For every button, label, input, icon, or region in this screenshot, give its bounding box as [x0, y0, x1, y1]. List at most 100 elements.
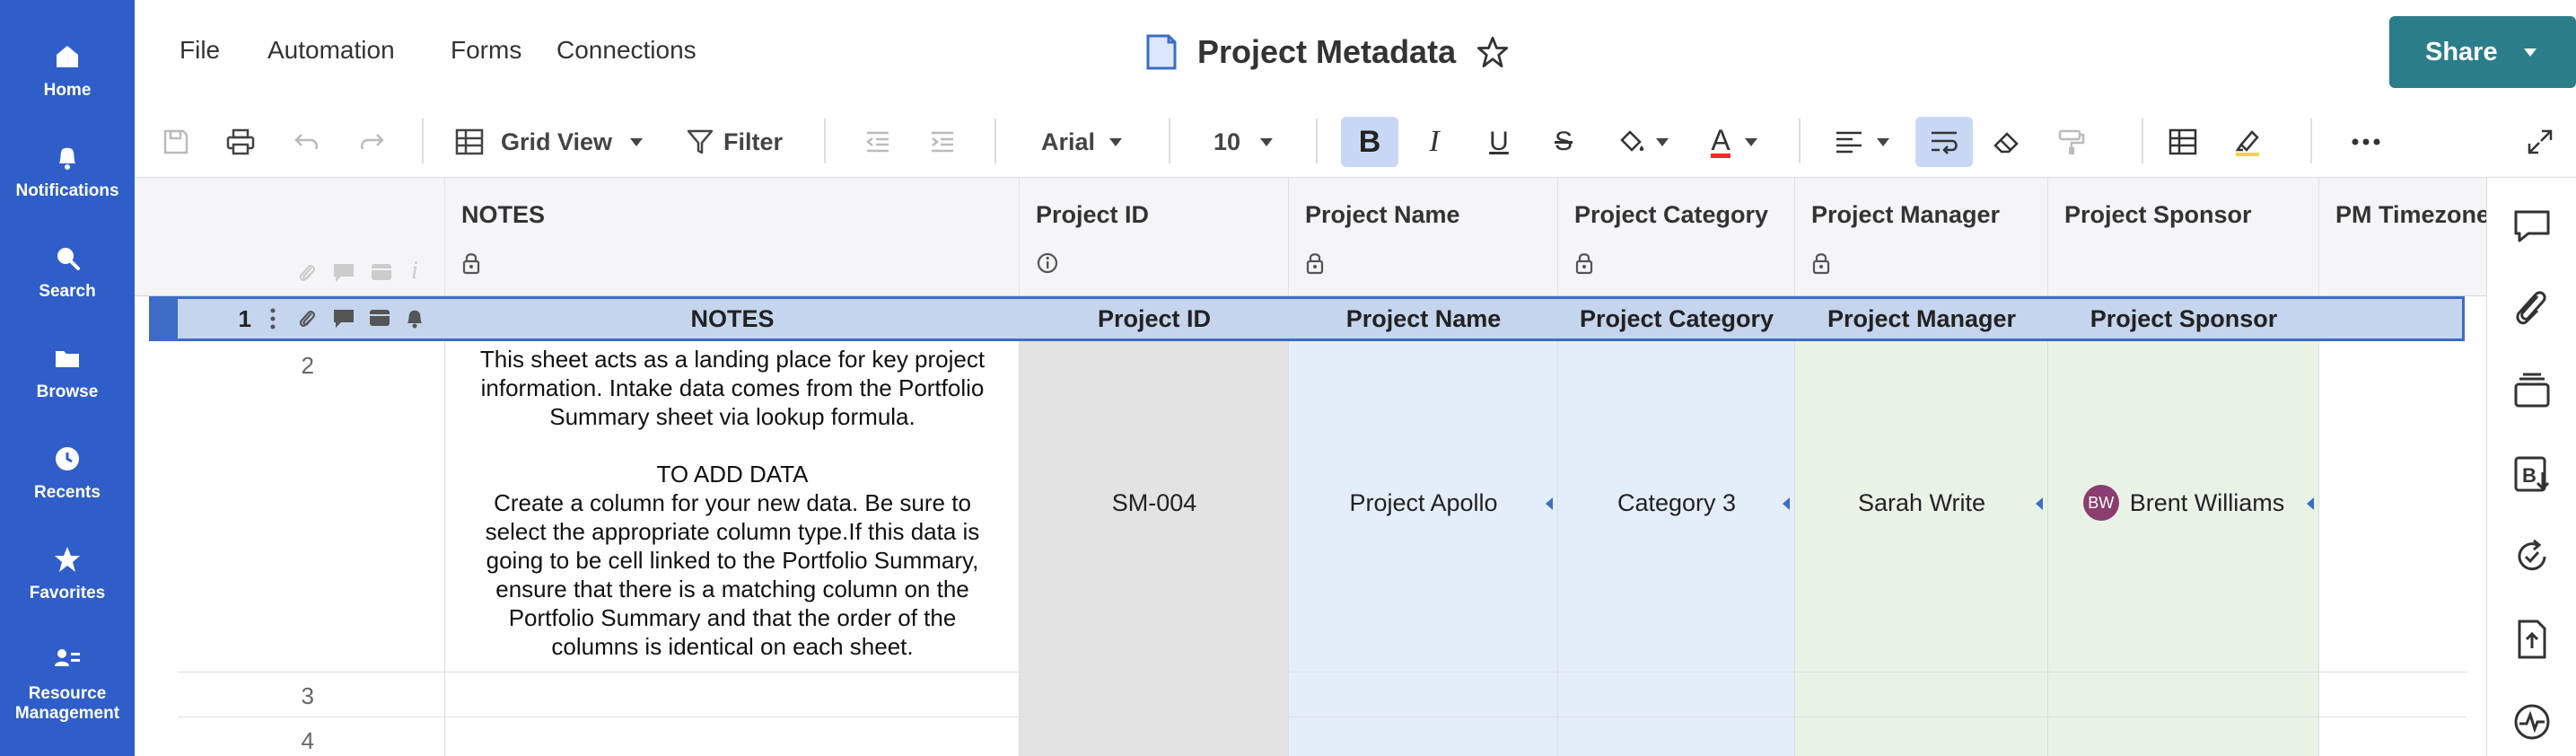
grid-view-label: Grid View [501, 127, 613, 155]
filter-icon [687, 129, 714, 154]
nav-resource-management[interactable]: Resource Management [0, 645, 135, 724]
font-family-dropdown[interactable]: Arial [1041, 117, 1140, 167]
attachment-icon [299, 265, 315, 281]
cell-r2-notes[interactable]: This sheet acts as a landing place for k… [445, 343, 1020, 663]
cell-r1-project-name[interactable]: Project Name [1289, 296, 1558, 341]
nav-recents[interactable]: Recents [0, 444, 135, 503]
outdent-button[interactable] [858, 117, 898, 167]
toolbar-divider [2310, 119, 2312, 163]
sheet-title-area: Project Metadata [1145, 30, 1510, 75]
strikethrough-button[interactable]: S [1542, 117, 1585, 167]
italic-button[interactable]: I [1413, 117, 1456, 167]
info-icon [1037, 252, 1058, 274]
attachment-icon[interactable] [296, 306, 318, 330]
more-options-button[interactable] [2344, 117, 2388, 167]
text-color-caret-icon [1744, 137, 1757, 146]
nav-favorites[interactable]: Favorites [0, 544, 135, 603]
nav-home[interactable]: Home [0, 41, 135, 101]
sponsor-name: Brent Williams [2129, 488, 2285, 516]
redo-button[interactable] [352, 117, 391, 167]
fill-color-button[interactable] [1607, 117, 1678, 167]
workflow-icon[interactable] [2510, 535, 2554, 578]
column-header-notes[interactable]: NOTES [445, 178, 1020, 296]
cell-r1-project-manager[interactable]: Project Manager [1795, 296, 2048, 341]
activity-log-icon[interactable]: B [2510, 453, 2554, 496]
column-header-label: Project Name [1305, 201, 1460, 228]
cell-r1-notes[interactable]: NOTES [445, 296, 1020, 341]
cell-r2-project-name[interactable]: Project Apollo [1289, 343, 1558, 663]
fill-color-caret-icon [1656, 137, 1669, 146]
nav-browse[interactable]: Browse [0, 343, 135, 402]
paint-roller-icon [2058, 129, 2085, 154]
menu-file[interactable]: File [180, 36, 220, 65]
column-header-project-manager[interactable]: Project Manager [1795, 178, 2048, 296]
row-1-handle[interactable] [149, 296, 178, 341]
star-outline-icon[interactable] [1476, 35, 1510, 69]
align-dropdown[interactable] [1826, 117, 1897, 167]
menu-automation[interactable]: Automation [267, 36, 395, 65]
column-header-project-name[interactable]: Project Name [1289, 178, 1558, 296]
expand-button[interactable] [2519, 117, 2562, 167]
column-header-project-id[interactable]: Project ID [1020, 178, 1289, 296]
bold-button[interactable]: B [1341, 117, 1398, 167]
pm-timezone-column[interactable] [2319, 296, 2486, 756]
filter-button[interactable]: Filter [686, 117, 793, 167]
conversations-icon[interactable] [2510, 205, 2554, 248]
lock-icon [1812, 253, 1830, 275]
cell-r2-project-category[interactable]: Category 3 [1558, 343, 1795, 663]
font-size-dropdown[interactable]: 10 [1214, 117, 1294, 167]
grid-icon [455, 128, 484, 155]
share-button[interactable]: Share [2389, 16, 2576, 88]
row-menu-icon[interactable] [269, 306, 276, 331]
cell-r2-project-manager[interactable]: Sarah Write [1795, 343, 2048, 663]
clear-format-button[interactable] [1985, 117, 2028, 167]
indent-icon [932, 131, 953, 153]
column-header-project-category[interactable]: Project Category [1558, 178, 1795, 296]
align-left-icon [1836, 131, 1862, 154]
nav-notifications[interactable]: Notifications [0, 142, 135, 201]
menu-forms[interactable]: Forms [451, 36, 521, 65]
print-button[interactable] [221, 117, 260, 167]
sheet-title[interactable]: Project Metadata [1197, 33, 1456, 71]
comment-icon[interactable] [332, 308, 355, 330]
summary-icon[interactable] [2510, 700, 2554, 743]
save-button[interactable] [156, 117, 196, 167]
link-pointer-icon [1546, 497, 1553, 510]
reminder-bell-icon[interactable] [404, 306, 425, 330]
more-horizontal-icon [2352, 138, 2380, 145]
underline-button[interactable]: U [1477, 117, 1520, 167]
menu-connections[interactable]: Connections [556, 36, 697, 65]
proofs-icon[interactable] [2510, 370, 2554, 413]
highlight-button[interactable] [2226, 117, 2269, 167]
column-header-pm-timezone[interactable]: PM Timezone [2319, 178, 2486, 296]
avatar: BW [2082, 485, 2119, 521]
cell-r2-project-sponsor[interactable]: BW Brent Williams [2048, 343, 2319, 663]
bold-icon: B [1358, 124, 1381, 159]
indent-button[interactable] [923, 117, 962, 167]
column-header-project-sponsor[interactable]: Project Sponsor [2048, 178, 2319, 296]
link-pointer-icon [2036, 497, 2043, 510]
undo-button[interactable] [287, 117, 327, 167]
wrap-text-button[interactable] [1915, 117, 1973, 167]
cell-r1-project-sponsor[interactable]: Project Sponsor [2048, 296, 2319, 341]
cell-r1-project-id[interactable]: Project ID [1020, 296, 1289, 341]
insert-table-button[interactable] [2161, 117, 2204, 167]
cell-r1-project-category[interactable]: Project Category [1558, 296, 1795, 341]
row-number: 1 [238, 305, 251, 332]
text-color-button[interactable]: A [1698, 117, 1770, 167]
share-caret-icon[interactable] [2524, 48, 2537, 57]
grid-view-dropdown[interactable]: Grid View [454, 117, 652, 167]
wrap-text-icon [1932, 131, 1958, 154]
nav-search[interactable]: Search [0, 242, 135, 302]
folder-icon [56, 351, 79, 367]
nav-favorites-label: Favorites [29, 584, 106, 602]
cell-r2-project-id[interactable]: SM-004 [1020, 343, 1289, 663]
format-painter-button[interactable] [2050, 117, 2093, 167]
link-pointer-icon [1783, 497, 1790, 510]
share-label: Share [2425, 37, 2498, 66]
attachments-icon[interactable] [2510, 287, 2554, 330]
publish-icon[interactable] [2510, 618, 2554, 661]
proof-icon[interactable] [368, 308, 391, 328]
toolbar-divider [2142, 119, 2143, 163]
formatting-toolbar: Grid View Filter Arial 10 B I U S A [135, 104, 2576, 178]
